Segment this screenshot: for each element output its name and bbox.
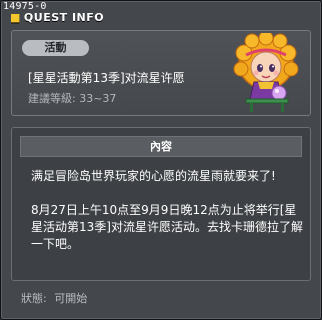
info-paragraph: 满足冒险岛世界玩家的心愿的流星雨就要来了! bbox=[31, 169, 276, 183]
quest-status: 狀態: 可開始 bbox=[21, 292, 87, 306]
quest-card: 活動 [星星活動第13季]对流星许愿 建議等級: 33~37 bbox=[11, 30, 311, 116]
quest-category-badge: 活動 bbox=[22, 40, 89, 56]
quest-info-window: 14975-0 ■ QUEST INFO 活動 [星星活動第13季]对流星许愿 建… bbox=[0, 0, 322, 320]
info-text: 满足冒险岛世界玩家的心愿的流星雨就要来了! 8月27日上午10点至9月9日晚12… bbox=[31, 168, 303, 270]
quest-name: [星星活動第13季]对流星许愿 bbox=[28, 71, 185, 85]
info-header: 內容 bbox=[20, 136, 302, 157]
window-title-bar[interactable]: ■ QUEST INFO bbox=[10, 11, 104, 24]
info-panel: 內容 满足冒险岛世界玩家的心愿的流星雨就要来了! 8月27日上午10点至9月9日… bbox=[11, 127, 311, 281]
quest-level-range: 33~37 bbox=[79, 92, 117, 105]
title-bullet-icon: ■ bbox=[10, 11, 21, 24]
quest-level-label: 建議等級: bbox=[28, 92, 76, 105]
npc-portrait-icon bbox=[233, 33, 299, 112]
status-label: 狀態: bbox=[21, 292, 47, 305]
window-title: QUEST INFO bbox=[23, 11, 105, 24]
quest-level: 建議等級: 33~37 bbox=[28, 92, 116, 106]
status-value: 可開始 bbox=[54, 292, 88, 305]
info-paragraph: 8月27日上午10点至9月9日晚12点为止将举行[星星活动第13季]对流星许愿活… bbox=[31, 203, 303, 251]
